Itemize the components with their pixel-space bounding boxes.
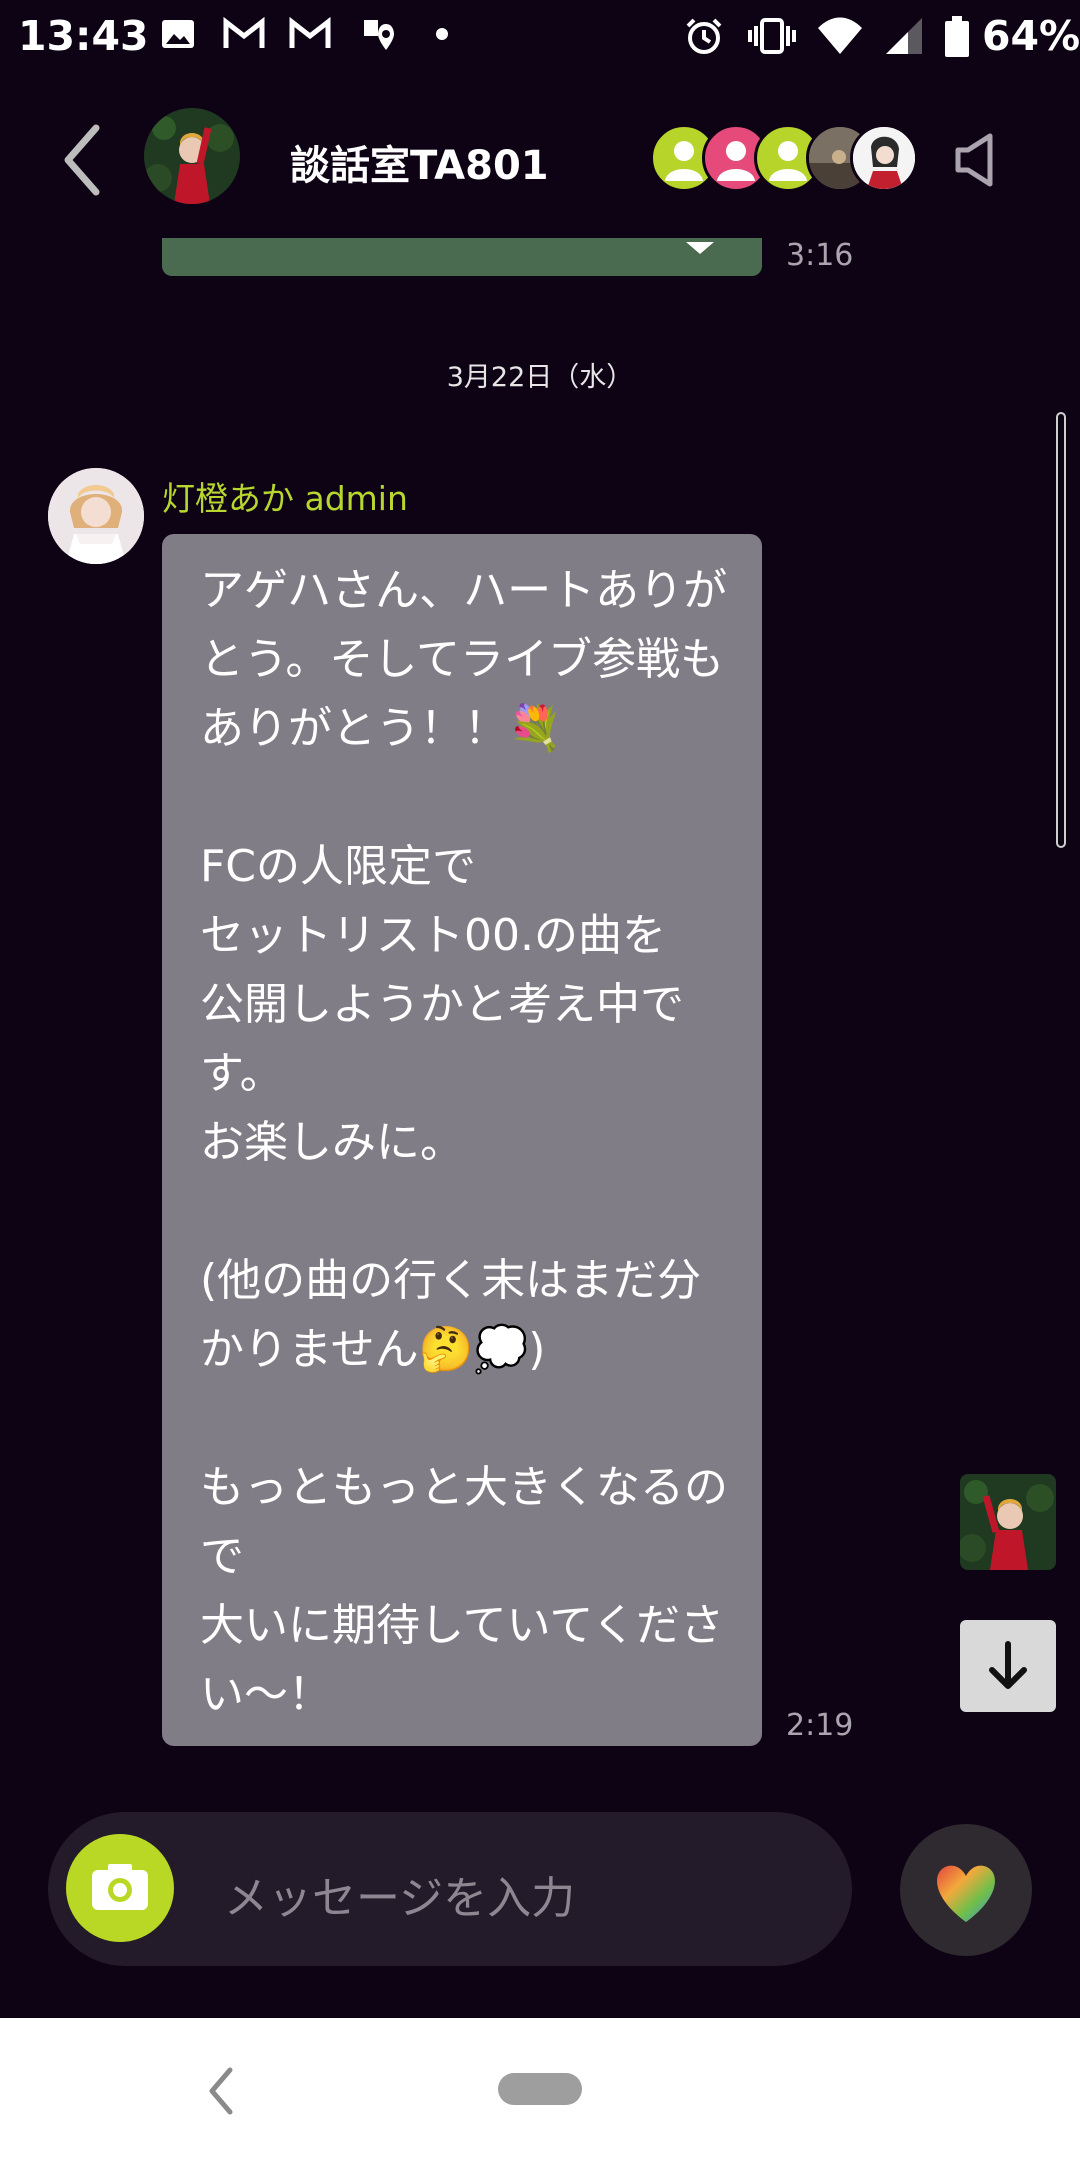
status-time: 13:43 — [18, 12, 149, 60]
previous-message-bubble[interactable] — [162, 238, 762, 276]
heart-icon — [937, 1865, 995, 1922]
battery-level: 64% — [982, 12, 1080, 60]
gmail-icon — [289, 16, 331, 48]
arrow-down-icon — [989, 1641, 1027, 1689]
nav-back-icon[interactable] — [206, 2066, 236, 2116]
nav-home-pill[interactable] — [498, 2073, 582, 2105]
image-icon — [162, 20, 194, 48]
battery-icon — [945, 16, 969, 57]
maps-icon — [364, 20, 394, 50]
sender-avatar[interactable] — [48, 468, 144, 564]
room-avatar[interactable] — [144, 108, 240, 204]
vibrate-icon — [748, 18, 796, 54]
heart-button[interactable] — [900, 1824, 1032, 1956]
back-arrow-icon[interactable] — [58, 120, 108, 200]
speaker-icon[interactable] — [952, 130, 1002, 190]
camera-button[interactable] — [66, 1834, 174, 1942]
member-avatar[interactable] — [850, 124, 918, 192]
profile-thumbnail[interactable] — [960, 1474, 1056, 1570]
dot-icon — [436, 28, 448, 40]
message-time: 2:19 — [786, 1708, 854, 1743]
alarm-icon — [686, 18, 722, 54]
room-title: 談話室TA801 — [290, 143, 549, 189]
gmail-icon — [223, 16, 265, 48]
message-text: アゲハさん、ハートありがとう。そしてライブ参戦もありがとう！！💐 FCの人限定で… — [200, 565, 728, 1720]
sender-name: 灯橙あか admin — [162, 479, 408, 518]
signal-icon — [886, 18, 922, 54]
date-separator: 3月22日（水） — [446, 362, 634, 393]
scrollbar[interactable] — [1056, 412, 1066, 848]
scroll-down-button[interactable] — [960, 1620, 1056, 1712]
message-input[interactable]: メッセージを入力 — [224, 1862, 575, 1926]
camera-icon — [92, 1864, 148, 1910]
wifi-icon — [818, 17, 862, 54]
chevron-down-icon — [686, 242, 714, 254]
previous-message-time: 3:16 — [786, 238, 854, 273]
